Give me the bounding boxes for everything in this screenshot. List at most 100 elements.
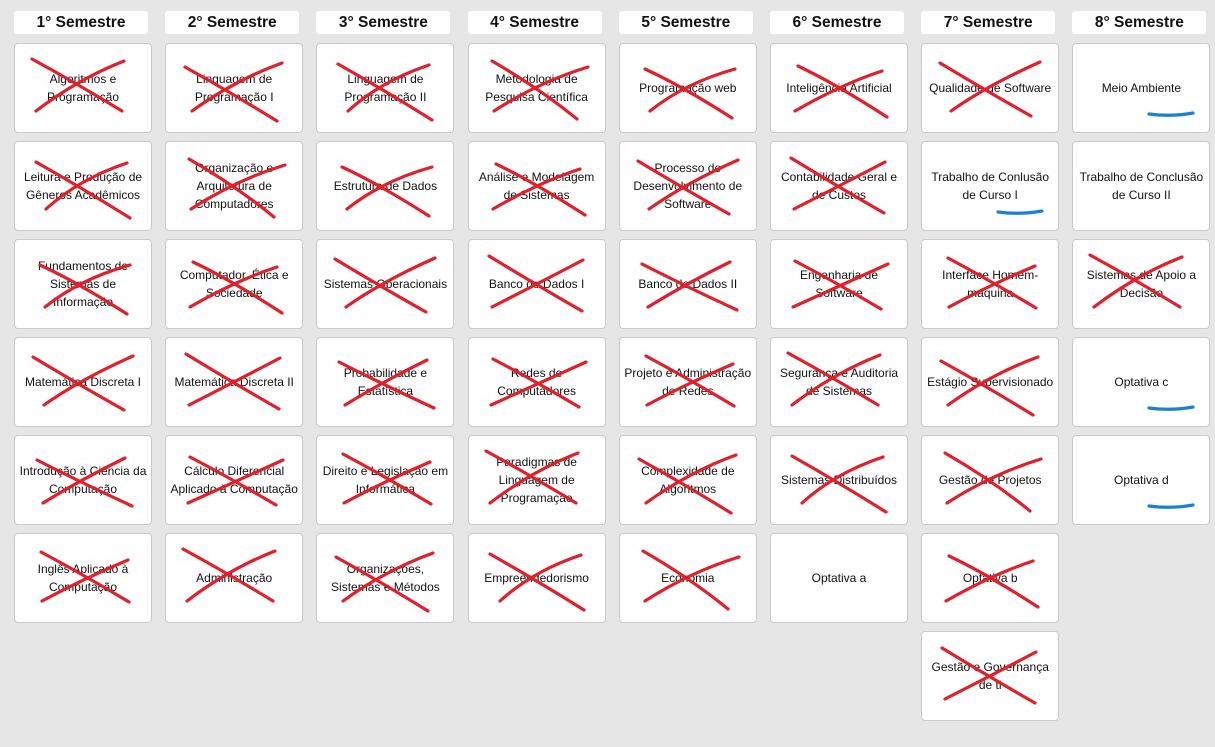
course-card[interactable]: Computador, Ética e Sociedade [165, 239, 304, 329]
course-name: Matemática Discreta II [174, 375, 294, 389]
course-card[interactable]: Optativa c [1072, 337, 1211, 427]
semester-header: 5° Semestre [618, 11, 753, 34]
semester-header: 7° Semestre [921, 11, 1056, 34]
course-name: Introdução à Ciência da Computação [19, 464, 147, 496]
course-card[interactable]: Algoritmos e Programação [14, 43, 152, 133]
course-card[interactable]: Leitura e Produção de Gêneros Acadêmicos [14, 141, 152, 231]
course-card[interactable]: Optativa b [921, 533, 1060, 623]
course-name: Inglês Aplicado à Computação [37, 562, 129, 594]
semester-header: 6° Semestre [770, 11, 904, 34]
course-name: Segurança e Auditoria de Sistemas [779, 366, 899, 398]
course-name: Metodologia de Pesquisa Científica [485, 72, 588, 104]
course-name: Sistemas de Apoio a Decisão [1086, 268, 1197, 300]
course-card[interactable]: Engenharia de Software [770, 239, 908, 329]
course-name: Computador, Ética e Sociedade [179, 268, 289, 300]
course-name: Economia [661, 571, 715, 585]
course-name: Trabalho de Conlusão de Curso I [931, 170, 1049, 202]
course-card[interactable]: Projeto e Administração de Redes [618, 337, 757, 427]
course-name: Sistemas Distribuídos [780, 473, 898, 487]
course-name: Complexidade de Algoritmos [641, 464, 735, 496]
course-name: Optativa c [1114, 375, 1169, 389]
course-card[interactable]: Linguagem de Programação I [165, 43, 304, 133]
course-card[interactable]: Processo de Desenvolvimento de Software [618, 141, 757, 231]
course-name: Análise e Modelagem de Sistemas [478, 170, 595, 202]
course-card[interactable]: Organizações, Sistemas e Métodos [316, 533, 455, 623]
course-card[interactable]: Inteligência Artificial [770, 43, 908, 133]
course-name: Interface Homem-maquina [942, 268, 1039, 300]
course-card[interactable]: Trabalho de Conclusão de Curso II [1072, 141, 1211, 231]
course-card[interactable]: Probabilidade e Estatística [316, 337, 455, 427]
course-name: Optativa a [811, 571, 867, 585]
course-card[interactable]: Optativa a [770, 533, 908, 623]
course-name: Gestão de Projetos [938, 473, 1042, 487]
semester-header: 3° Semestre [316, 11, 451, 34]
course-card[interactable]: Paradigmas de Linguagem de Programação [467, 435, 606, 525]
course-name: Projeto e Administração de Redes [624, 366, 752, 398]
course-card[interactable]: Metodologia de Pesquisa Científica [467, 43, 606, 133]
course-name: Administração [196, 571, 273, 585]
course-card[interactable]: Sistemas Operacionais [316, 239, 455, 329]
course-name: Programação web [639, 81, 737, 95]
course-card[interactable]: Complexidade de Algoritmos [618, 435, 757, 525]
course-card[interactable]: Organização e Arquitetura de Computadore… [165, 141, 304, 231]
course-name: Engenharia de Software [799, 268, 879, 300]
course-card[interactable]: Empreendedorismo [467, 533, 606, 623]
course-card[interactable]: Banco de Dados I [467, 239, 606, 329]
course-name: Contabilidade Geral e de Custos [780, 170, 898, 202]
course-name: Qualidade de Software [929, 81, 1052, 95]
course-card[interactable]: Programação web [618, 43, 757, 133]
course-name: Fundamentos de Sistemas de Informação [37, 259, 129, 309]
course-name: Sistemas Operacionais [323, 277, 448, 291]
course-card[interactable]: Gestão de Projetos [921, 435, 1060, 525]
course-name: Direito e Legislação em Informática [322, 464, 449, 496]
course-card[interactable]: Trabalho de Conlusão de Curso I [921, 141, 1060, 231]
course-card[interactable]: Matemática Discreta II [165, 337, 304, 427]
course-name: Organizações, Sistemas e Métodos [331, 562, 440, 594]
course-card[interactable]: Contabilidade Geral e de Custos [770, 141, 908, 231]
course-card[interactable]: Redes de Computadores [467, 337, 606, 427]
course-name: Processo de Desenvolvimento de Software [633, 161, 743, 211]
course-name: Algoritmos e Programação [46, 72, 120, 104]
course-name: Trabalho de Conclusão de Curso II [1079, 170, 1204, 202]
course-card[interactable]: Estágio Supervisionado [921, 337, 1060, 427]
course-card[interactable]: Meio Ambiente [1072, 43, 1211, 133]
course-name: Estrutura de Dados [333, 179, 438, 193]
semester-header: 2° Semestre [165, 11, 300, 34]
course-card[interactable]: Economia [618, 533, 757, 623]
course-card[interactable]: Inglês Aplicado à Computação [14, 533, 152, 623]
semester-header: 8° Semestre [1072, 11, 1207, 34]
course-card[interactable]: Análise e Modelagem de Sistemas [467, 141, 606, 231]
course-card[interactable]: Fundamentos de Sistemas de Informação [14, 239, 152, 329]
course-name: Organização e Arquitetura de Computadore… [194, 161, 274, 211]
course-name: Meio Ambiente [1101, 81, 1182, 95]
course-name: Estágio Supervisionado [927, 375, 1054, 389]
course-name: Banco de Dados II [638, 277, 738, 291]
semester-header: 1° Semestre [14, 11, 148, 34]
course-name: Optativa d [1114, 473, 1169, 487]
course-name: Probabilidade e Estatística [343, 366, 428, 398]
course-card[interactable]: Cálculo Diferencial Aplicado à Computaçã… [165, 435, 304, 525]
course-card[interactable]: Estrutura de Dados [316, 141, 455, 231]
course-card[interactable]: Administração [165, 533, 304, 623]
course-card[interactable]: Gestão e Governança de ti [921, 631, 1060, 721]
course-name: Leitura e Produção de Gêneros Acadêmicos [23, 170, 143, 202]
course-card[interactable]: Segurança e Auditoria de Sistemas [770, 337, 908, 427]
course-name: Redes de Computadores [497, 366, 576, 398]
course-card[interactable]: Sistemas Distribuídos [770, 435, 908, 525]
course-name: Banco de Dados I [488, 277, 585, 291]
course-name: Inteligência Artificial [786, 81, 892, 95]
course-card[interactable]: Introdução à Ciência da Computação [14, 435, 152, 525]
course-card[interactable]: Qualidade de Software [921, 43, 1060, 133]
course-name: Optativa b [962, 571, 1018, 585]
course-name: Cálculo Diferencial Aplicado à Computaçã… [170, 464, 298, 496]
course-card[interactable]: Banco de Dados II [618, 239, 757, 329]
course-card[interactable]: Sistemas de Apoio a Decisão [1072, 239, 1211, 329]
course-card[interactable]: Optativa d [1072, 435, 1211, 525]
course-card[interactable]: Direito e Legislação em Informática [316, 435, 455, 525]
course-card[interactable]: Linguagem de Programação II [316, 43, 455, 133]
course-name: Gestão e Governança de ti [931, 660, 1049, 692]
course-name: Linguagem de Programação II [344, 72, 427, 104]
course-card[interactable]: Interface Homem-maquina [921, 239, 1060, 329]
course-name: Matemática Discreta I [24, 375, 142, 389]
course-card[interactable]: Matemática Discreta I [14, 337, 152, 427]
